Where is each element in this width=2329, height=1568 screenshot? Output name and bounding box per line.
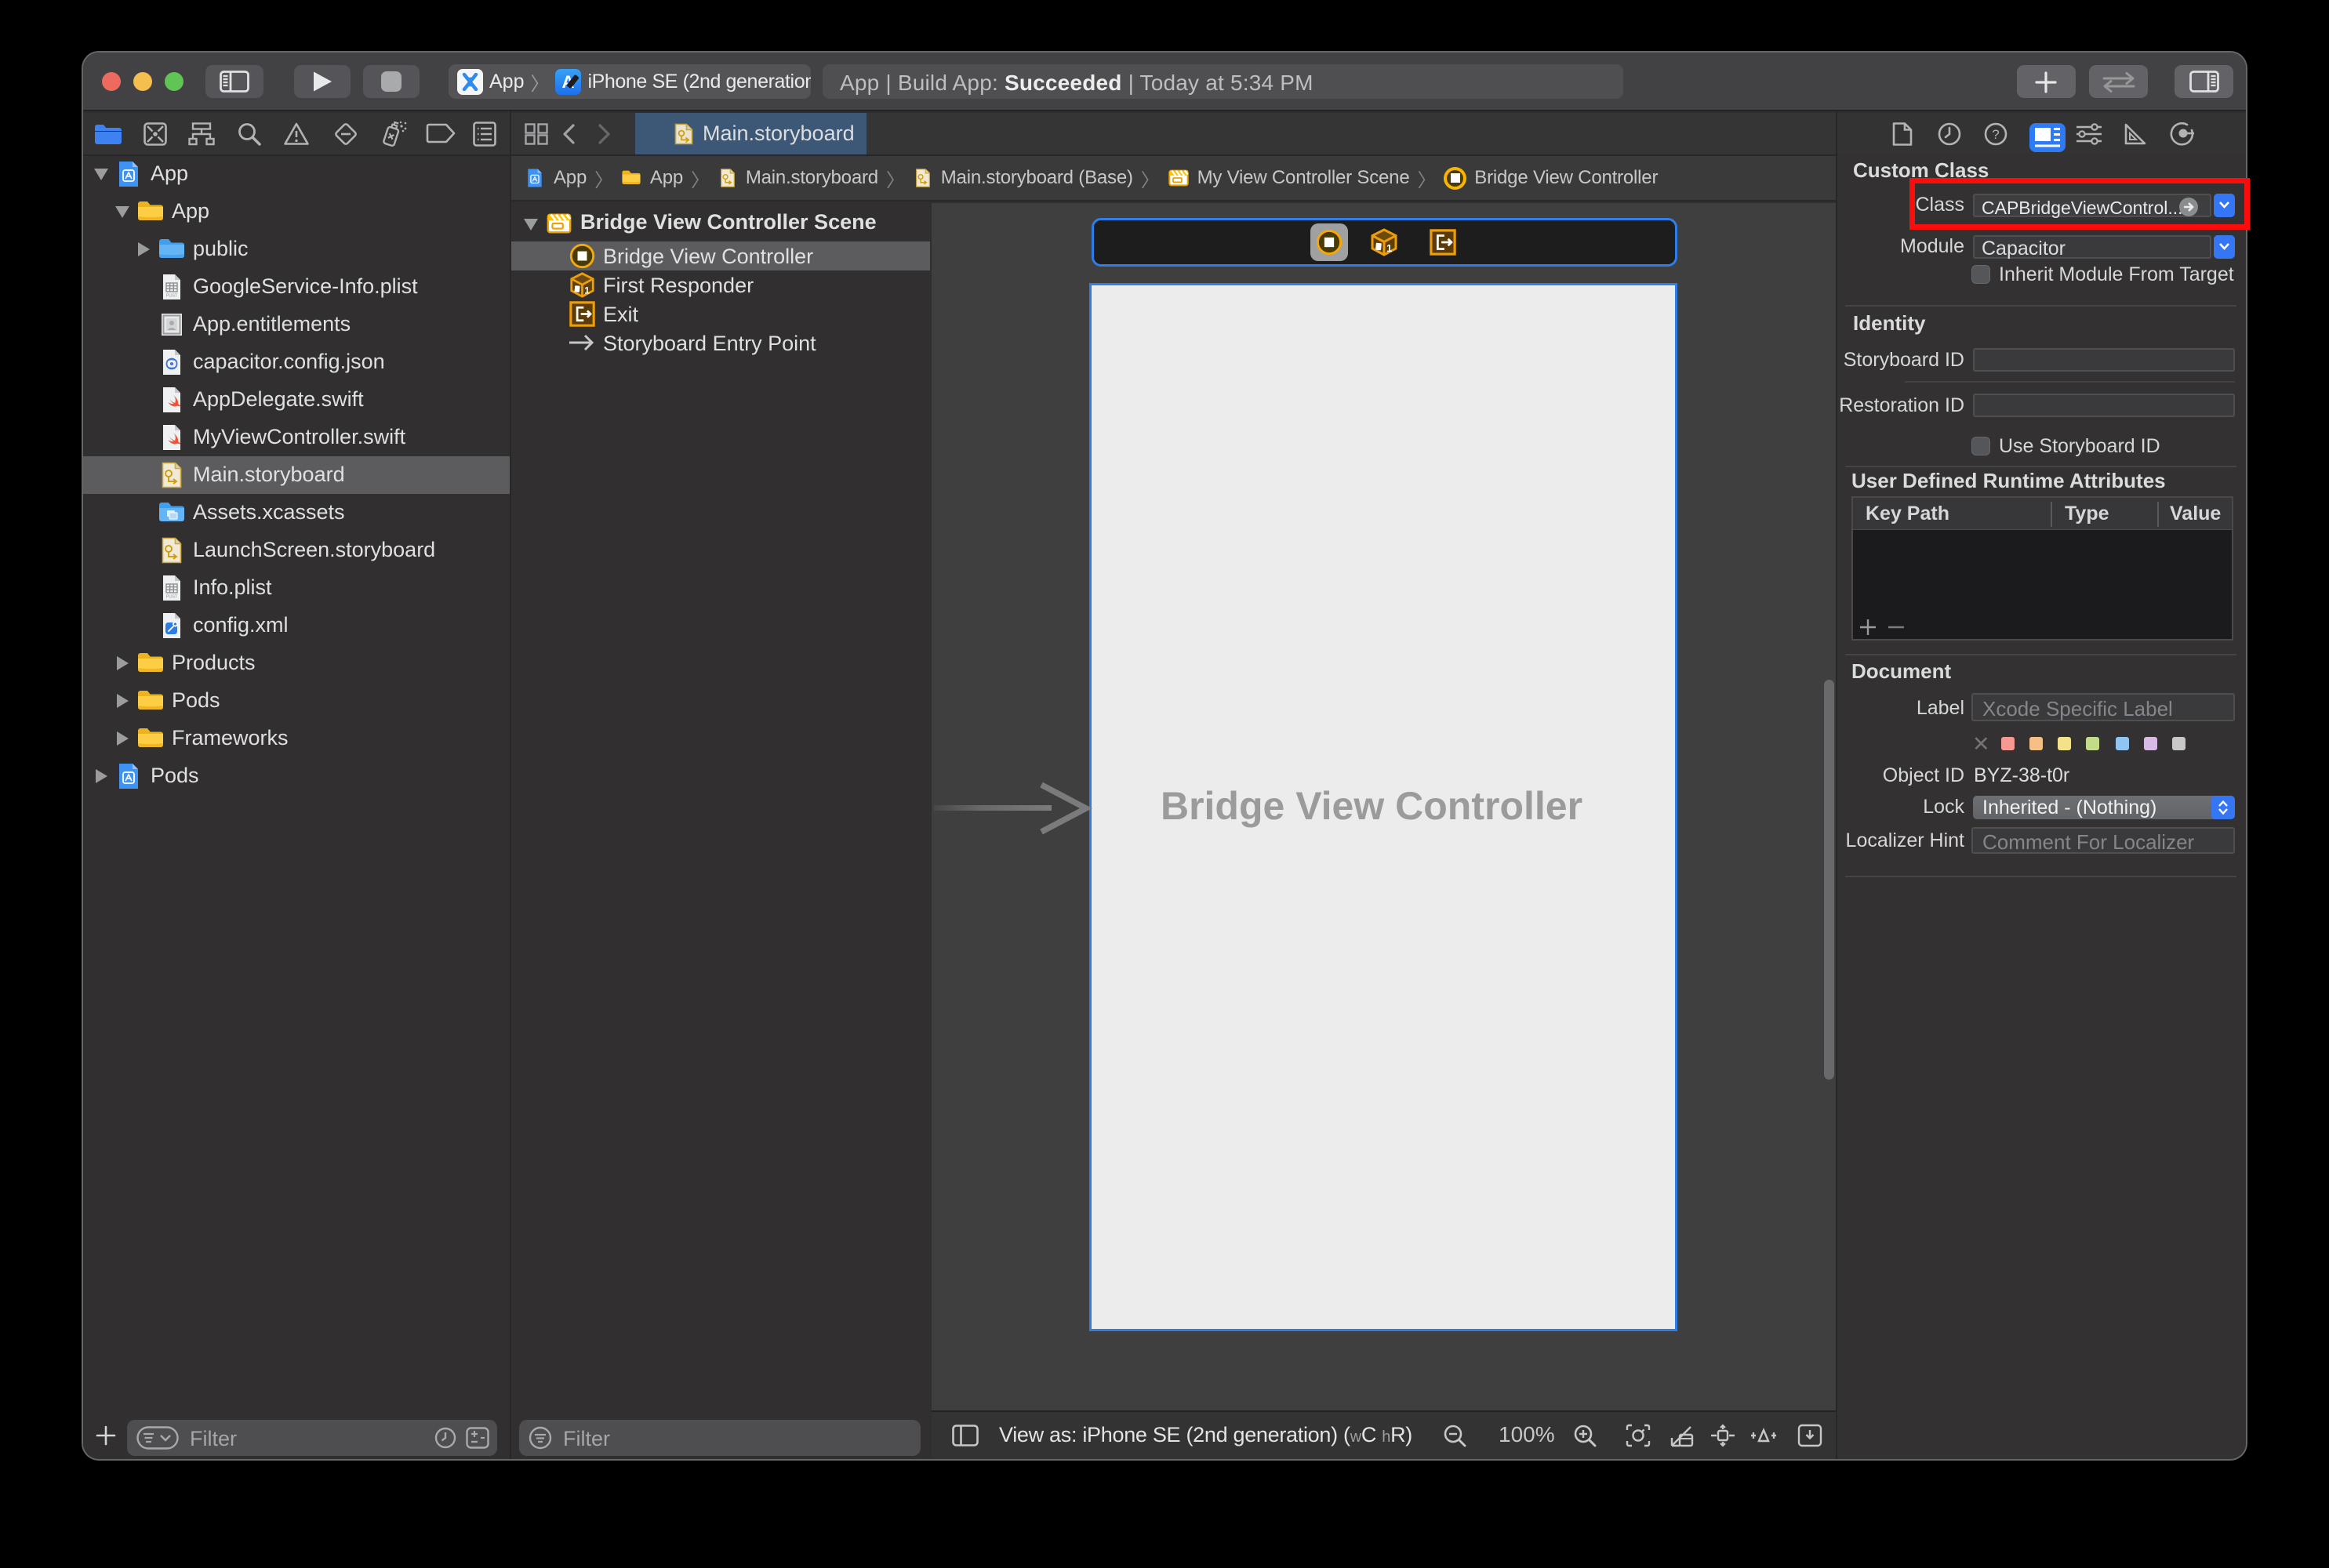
svg-text:?: ? <box>1992 127 1999 142</box>
